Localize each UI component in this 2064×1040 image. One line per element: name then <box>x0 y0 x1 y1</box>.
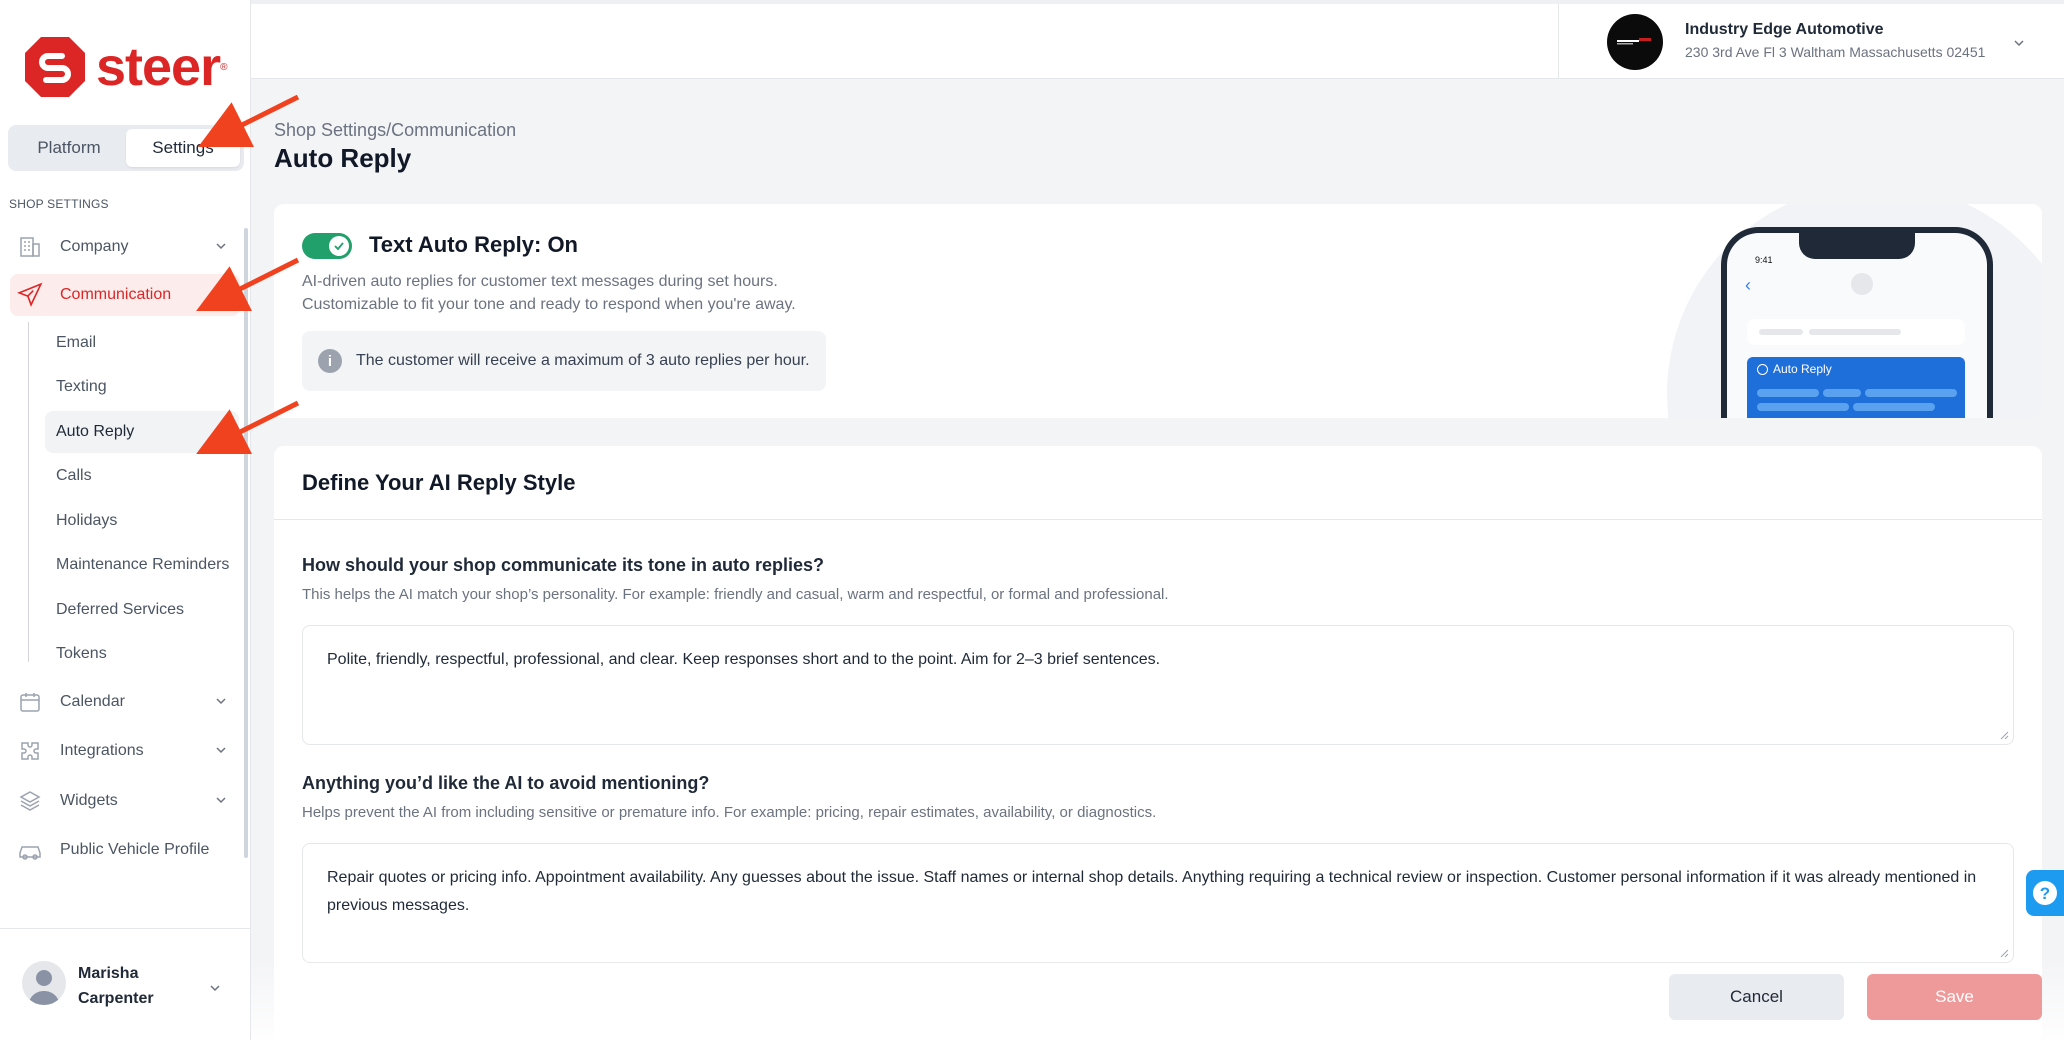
back-icon: ‹ <box>1745 275 1751 295</box>
sidebar-subitem-auto-reply[interactable]: Auto Reply <box>45 411 239 453</box>
phone-text-bar <box>1823 389 1861 397</box>
puzzle-icon <box>16 737 44 765</box>
info-text: The customer will receive a maximum of 3… <box>356 352 810 369</box>
avoid-textarea[interactable]: Repair quotes or pricing info. Appointme… <box>302 843 2014 963</box>
info-box: i The customer will receive a maximum of… <box>302 331 826 391</box>
sidebar-subitem-holidays[interactable]: Holidays <box>45 500 239 542</box>
chevron-down-icon <box>216 797 226 804</box>
svg-text:?: ? <box>2040 884 2050 903</box>
sidebar-item-label: Calendar <box>60 693 125 710</box>
reply-style-card: Define Your AI Reply Style How should yo… <box>274 446 2042 1040</box>
user-name: Marisha Carpenter <box>78 965 154 1007</box>
calendar-icon <box>16 688 44 716</box>
brand-name: steer <box>96 37 221 97</box>
sidebar-subitem-tokens[interactable]: Tokens <box>45 633 239 675</box>
shop-logo <box>1607 14 1663 70</box>
sidebar-item-label: Integrations <box>60 742 144 759</box>
clock-icon <box>1757 364 1768 375</box>
phone-text-bar <box>1853 403 1935 411</box>
phone-text-bar <box>1757 403 1849 411</box>
auto-reply-description: AI-driven auto replies for customer text… <box>302 270 862 316</box>
sidebar-item-communication[interactable]: Communication <box>10 274 240 316</box>
chevron-down-icon <box>2014 40 2024 47</box>
sidebar-item-label: Widgets <box>60 792 118 809</box>
sidebar-subitem-deferred-services[interactable]: Deferred Services <box>45 589 239 631</box>
steer-logo[interactable]: steer ® <box>22 34 227 100</box>
chevron-down-icon <box>210 985 220 992</box>
building-icon <box>16 233 44 261</box>
sidebar: steer ® Platform Settings SHOP SETTINGS … <box>0 0 251 1040</box>
phone-avatar <box>1851 273 1873 295</box>
sidebar-item-company[interactable]: Company <box>10 226 240 268</box>
platform-settings-switch: Platform Settings <box>8 125 244 171</box>
phone-auto-reply-bubble: Auto Reply <box>1747 357 1965 418</box>
sidebar-scrollbar[interactable] <box>244 228 248 858</box>
sidebar-item-integrations[interactable]: Integrations <box>10 730 240 772</box>
car-icon <box>16 836 44 864</box>
save-button[interactable]: Save <box>1867 974 2042 1020</box>
sidebar-item-label: Company <box>60 238 129 255</box>
tone-help: This helps the AI match your shop’s pers… <box>302 586 1169 603</box>
phone-illustration: 9:41 ‹ Auto Reply <box>1721 227 1993 418</box>
auto-reply-card: Text Auto Reply: On AI-driven auto repli… <box>274 204 2042 418</box>
resize-handle-icon[interactable] <box>1999 730 2009 740</box>
breadcrumb: Shop Settings/Communication <box>274 120 516 141</box>
chevron-down-icon <box>216 243 226 250</box>
sidebar-item-label: Public Vehicle Profile <box>60 841 210 858</box>
help-icon: ? <box>2033 881 2057 905</box>
tone-question: How should your shop communicate its ton… <box>302 555 825 575</box>
section-title: SHOP SETTINGS <box>9 197 109 211</box>
steer-logo-icon <box>25 37 85 97</box>
chevron-down-icon <box>216 698 226 705</box>
reply-style-title: Define Your AI Reply Style <box>274 446 2042 520</box>
sidebar-subitem-maintenance-reminders[interactable]: Maintenance Reminders <box>45 544 239 586</box>
tone-value: Polite, friendly, respectful, profession… <box>327 651 1161 668</box>
phone-notch <box>1799 233 1915 259</box>
phone-auto-reply-label: Auto Reply <box>1773 362 1832 376</box>
sidebar-item-widgets[interactable]: Widgets <box>10 780 240 822</box>
description-line-2: Customizable to fit your tone and ready … <box>302 296 796 313</box>
sidebar-subitem-email[interactable]: Email <box>45 322 239 364</box>
user-menu[interactable]: Marisha Carpenter <box>0 928 250 1040</box>
paper-plane-icon <box>16 281 44 309</box>
page-title: Auto Reply <box>274 143 412 173</box>
settings-tab[interactable]: Settings <box>126 129 240 167</box>
phone-screen: 9:41 ‹ Auto Reply <box>1727 233 1987 418</box>
top-bar: Industry Edge Automotive 230 3rd Ave Fl … <box>251 0 2064 79</box>
check-icon <box>334 242 344 251</box>
shop-name: Industry Edge Automotive <box>1685 21 1884 38</box>
phone-message <box>1747 319 1965 345</box>
sidebar-item-calendar[interactable]: Calendar <box>10 681 240 723</box>
platform-tab[interactable]: Platform <box>12 129 126 167</box>
sidebar-subitem-calls[interactable]: Calls <box>45 455 239 497</box>
layers-icon <box>16 787 44 815</box>
breadcrumb-current[interactable]: Communication <box>391 120 516 140</box>
toggle-knob <box>329 236 349 256</box>
avoid-value: Repair quotes or pricing info. Appointme… <box>327 869 1977 914</box>
brand-registered: ® <box>220 61 228 73</box>
shop-selector[interactable]: Industry Edge Automotive 230 3rd Ave Fl … <box>1558 4 2064 79</box>
avoid-question: Anything you’d like the AI to avoid ment… <box>302 773 710 793</box>
chevron-down-icon <box>216 747 226 754</box>
sidebar-subitem-texting[interactable]: Texting <box>45 366 239 408</box>
avatar <box>22 961 66 1005</box>
description-line-1: AI-driven auto replies for customer text… <box>302 273 778 290</box>
communication-subnav: Email Texting Auto Reply Calls Holidays … <box>28 322 239 662</box>
phone-text-bar <box>1757 389 1819 397</box>
auto-reply-title: Text Auto Reply: On <box>369 232 578 257</box>
info-icon: i <box>318 349 342 373</box>
breadcrumb-parent[interactable]: Shop Settings <box>274 120 386 140</box>
phone-text-bar <box>1865 389 1957 397</box>
shop-address: 230 3rd Ave Fl 3 Waltham Massachusetts 0… <box>1685 44 1986 60</box>
phone-time: 9:41 <box>1755 255 1773 265</box>
tone-textarea[interactable]: Polite, friendly, respectful, profession… <box>302 625 2014 745</box>
sidebar-item-public-vehicle-profile[interactable]: Public Vehicle Profile <box>10 829 240 871</box>
sidebar-item-label: Communication <box>60 286 172 303</box>
auto-reply-toggle[interactable] <box>302 233 352 259</box>
cancel-button[interactable]: Cancel <box>1669 974 1844 1020</box>
avoid-help: Helps prevent the AI from including sens… <box>302 804 1157 821</box>
help-tab[interactable]: ? <box>2026 870 2064 916</box>
